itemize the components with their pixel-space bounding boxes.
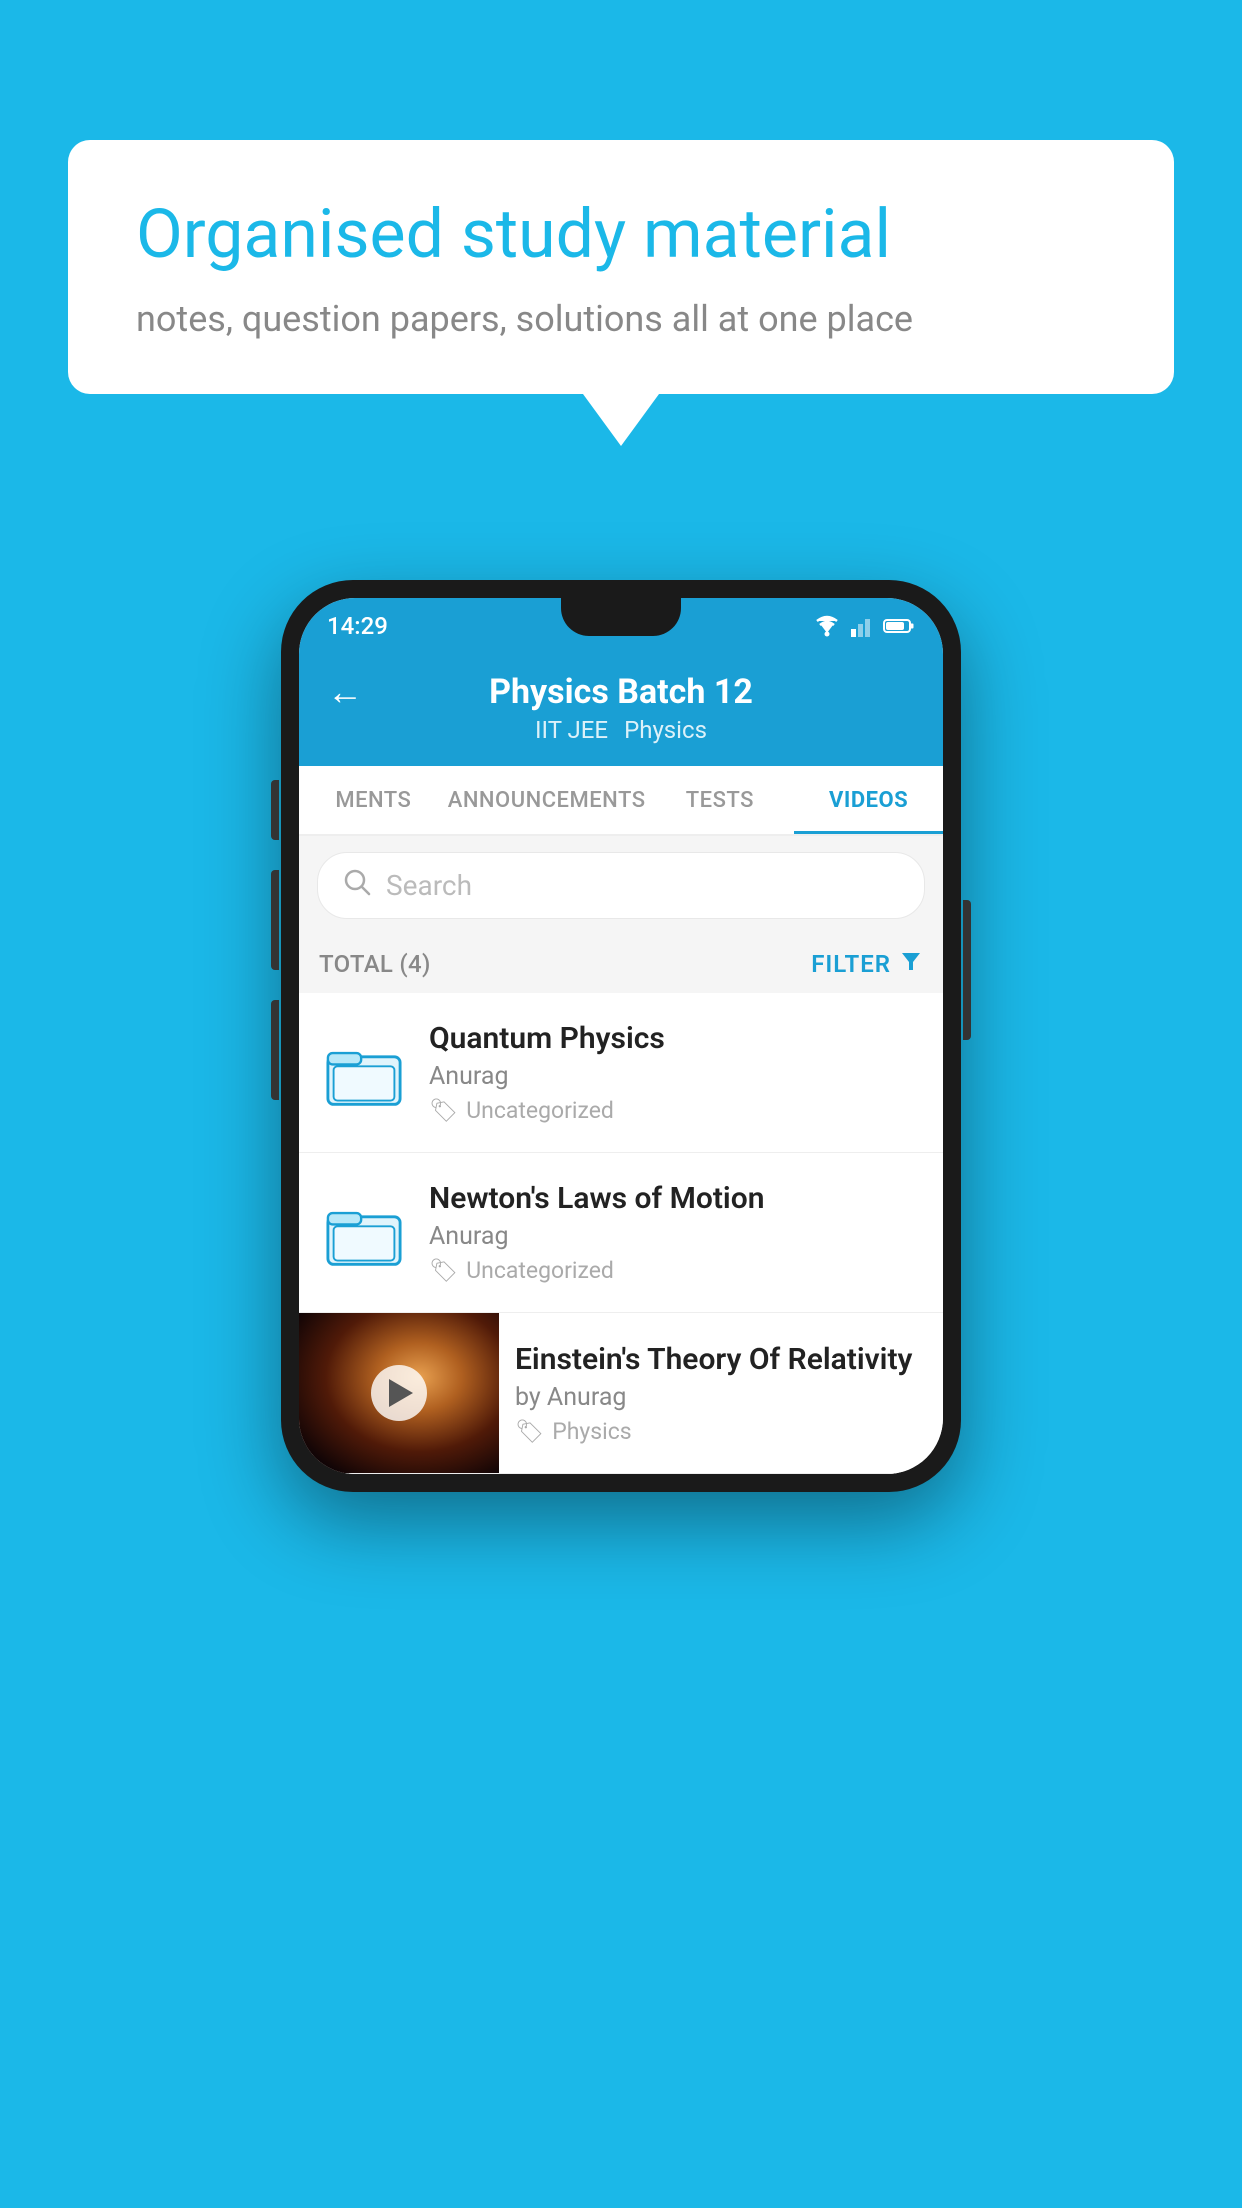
search-placeholder: Search [386,869,900,902]
video-thumbnail-2 [319,1188,409,1278]
video-thumbnail-1 [319,1028,409,1118]
speech-bubble-card: Organised study material notes, question… [68,140,1174,394]
video-info-1: Quantum Physics Anurag 🏷 Uncategorized [429,1021,923,1124]
list-item[interactable]: Newton's Laws of Motion Anurag 🏷 Uncateg… [299,1153,943,1313]
app-header: ← Physics Batch 12 IIT JEE Physics [299,654,943,766]
signal-icon [851,615,873,637]
status-icons [813,615,915,637]
speech-bubble-subtitle: notes, question papers, solutions all at… [136,298,1106,340]
header-subtitle-right: Physics [624,716,707,744]
search-icon [342,867,372,904]
header-subtitle: IIT JEE Physics [535,716,707,744]
video-info-2: Newton's Laws of Motion Anurag 🏷 Uncateg… [429,1181,923,1284]
video-title-3: Einstein's Theory Of Relativity [515,1342,927,1377]
phone-notch [561,598,681,636]
video-thumbnail-3 [299,1313,499,1473]
tab-videos[interactable]: VIDEOS [794,766,943,834]
list-item[interactable]: Quantum Physics Anurag 🏷 Uncategorized [299,993,943,1153]
tab-ments[interactable]: MENTS [299,766,448,834]
filter-icon [899,949,923,979]
video-author-3: by Anurag [515,1383,927,1412]
phone-frame: 14:29 [281,580,961,1492]
status-time: 14:29 [327,612,388,640]
phone-screen: 14:29 [299,598,943,1474]
play-button[interactable] [371,1365,427,1421]
tag-icon: 🏷 [429,1097,458,1124]
video-tag-3: 🏷 Physics [515,1418,927,1445]
video-list: Quantum Physics Anurag 🏷 Uncategorized [299,993,943,1474]
tabs-bar: MENTS ANNOUNCEMENTS TESTS VIDEOS [299,766,943,836]
video-author-2: Anurag [429,1222,923,1251]
list-item[interactable]: Einstein's Theory Of Relativity by Anura… [299,1313,943,1474]
play-triangle-icon [389,1379,413,1407]
video-info-3: Einstein's Theory Of Relativity by Anura… [499,1320,943,1467]
phone-side-button-vol-up [271,870,279,970]
speech-bubble-section: Organised study material notes, question… [68,140,1174,446]
phone-side-button-vol-down [271,1000,279,1100]
phone-outer: 14:29 [281,580,961,1492]
folder-icon [326,1035,402,1111]
speech-bubble-arrow [583,394,659,446]
filter-button[interactable]: FILTER [811,949,923,979]
wifi-icon [813,615,841,637]
tag-icon: 🏷 [515,1418,544,1445]
filter-label: FILTER [811,950,891,978]
tag-icon: 🏷 [429,1257,458,1284]
tab-announcements[interactable]: ANNOUNCEMENTS [448,766,646,834]
header-title: Physics Batch 12 [489,672,753,712]
status-bar: 14:29 [299,598,943,654]
battery-icon [883,617,915,635]
phone-side-button-top [271,780,279,840]
header-row: ← Physics Batch 12 [327,672,915,712]
total-count-label: TOTAL (4) [319,950,431,978]
video-tag-2: 🏷 Uncategorized [429,1257,923,1284]
video-author-1: Anurag [429,1062,923,1091]
search-bar-container: Search [299,836,943,935]
speech-bubble-title: Organised study material [136,194,1106,276]
back-button[interactable]: ← [327,671,363,713]
phone-side-button-power [963,900,971,1040]
video-tag-1: 🏷 Uncategorized [429,1097,923,1124]
search-bar[interactable]: Search [317,852,925,919]
folder-icon [326,1195,402,1271]
video-title-1: Quantum Physics [429,1021,923,1056]
header-subtitle-left: IIT JEE [535,716,608,744]
video-title-2: Newton's Laws of Motion [429,1181,923,1216]
tab-tests[interactable]: TESTS [646,766,795,834]
filter-row: TOTAL (4) FILTER [299,935,943,993]
